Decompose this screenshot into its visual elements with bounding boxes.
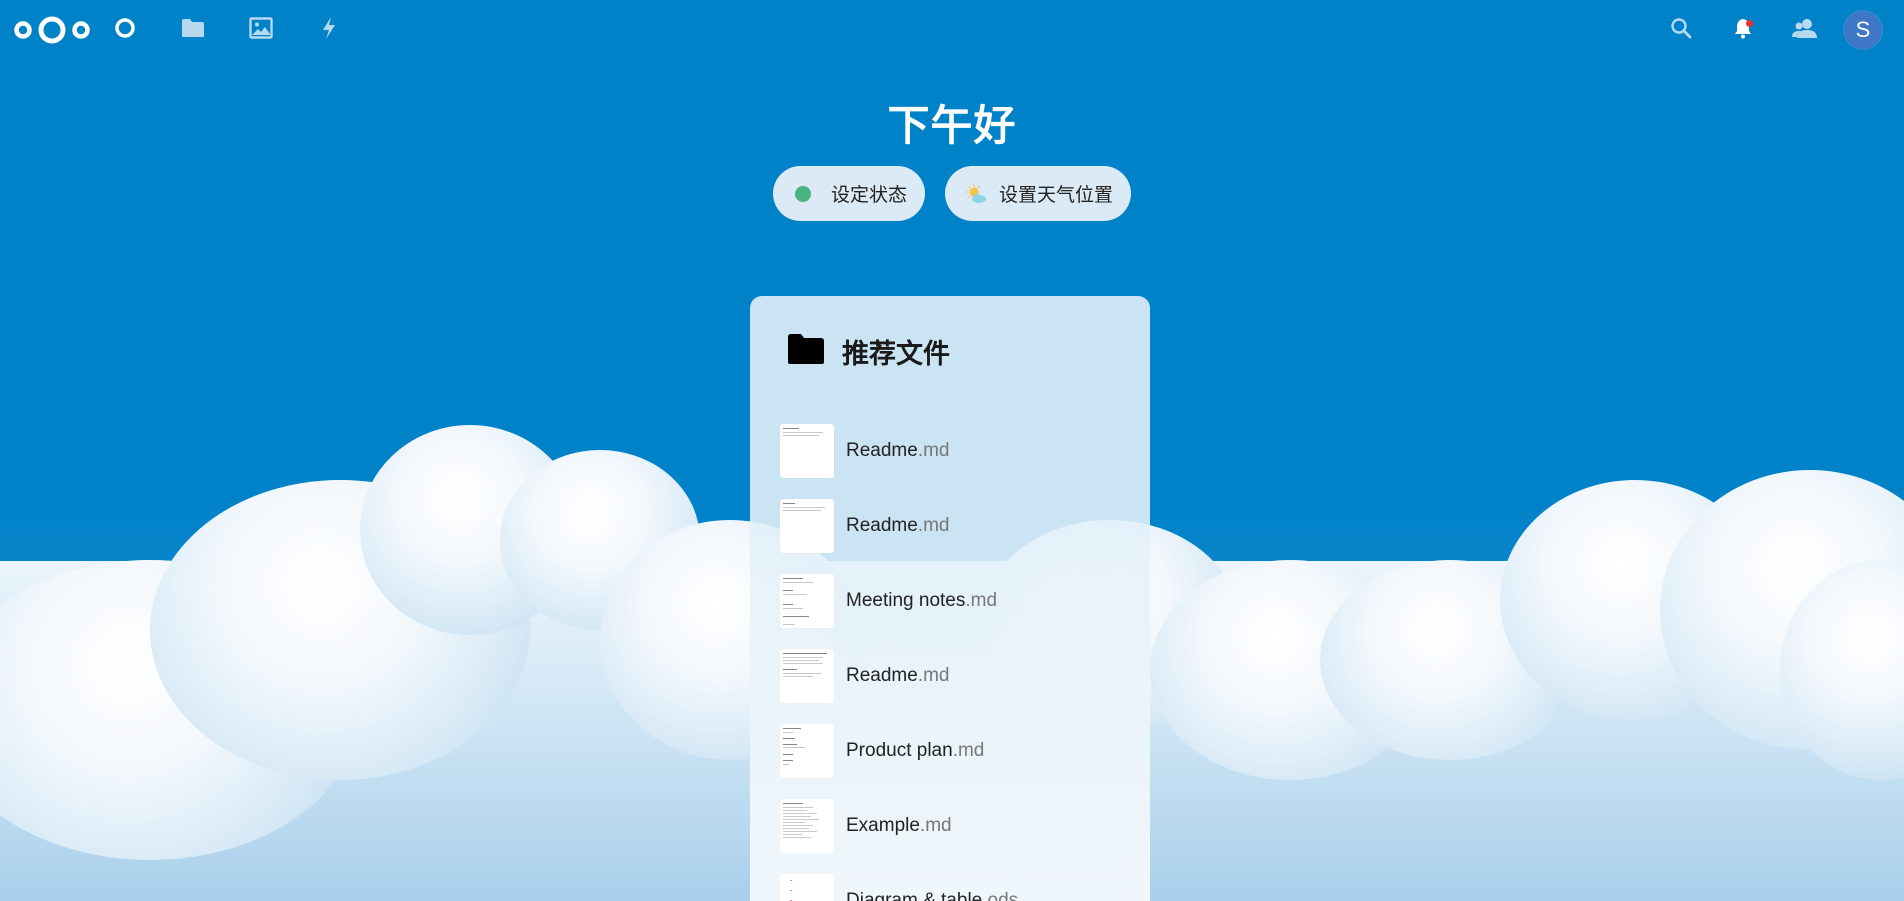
nav-photos[interactable] [227,0,295,60]
file-thumbnail [780,798,834,853]
list-item[interactable]: Readme.md [780,413,1150,488]
widget-header: 推荐文件 [750,326,1150,376]
file-name: Product plan.md [846,739,985,761]
file-thumbnail [780,648,834,703]
file-list: Readme.md Readme.md Meeting notes.md Rea… [750,413,1150,901]
file-name: Diagram & table.ods [846,889,1019,901]
status-actions: 设定状态 设置天气位置 [0,166,1904,221]
set-status-label: 设定状态 [830,185,907,206]
list-item[interactable]: Product plan.md [780,713,1150,788]
search-button[interactable] [1650,0,1712,60]
list-item[interactable]: Example.md [780,788,1150,863]
top-bar: S [0,0,1904,60]
list-item[interactable]: Diagram & table.ods [780,863,1150,901]
file-name: Readme.md [846,439,950,461]
nav-activity[interactable] [295,0,363,60]
set-status-button[interactable]: 设定状态 [772,166,925,221]
notifications-button[interactable] [1712,0,1774,60]
folder-icon [788,333,824,369]
set-weather-location-button[interactable]: 设置天气位置 [945,166,1132,221]
online-status-icon [794,185,811,202]
file-name: Readme.md [846,664,950,686]
widget-title: 推荐文件 [842,338,950,369]
list-item[interactable]: Meeting notes.md [780,563,1150,638]
recommended-files-widget: 推荐文件 Readme.md Readme.md Meeting notes.m… [750,296,1150,901]
lightning-icon [321,16,337,44]
file-thumbnail [780,723,834,778]
contacts-icon [1792,17,1818,44]
file-name: Example.md [846,814,952,836]
set-weather-location-label: 设置天气位置 [999,185,1114,206]
file-name: Readme.md [846,514,950,536]
header-actions: S [1650,0,1882,60]
folder-icon [181,18,205,43]
nav-files[interactable] [159,0,227,60]
weather-icon [965,184,987,204]
file-thumbnail [780,873,834,901]
image-icon [249,16,273,44]
search-icon [1670,17,1692,44]
nextcloud-logo-icon[interactable] [13,13,91,47]
file-thumbnail [780,423,834,478]
file-name: Meeting notes.md [846,589,998,611]
dashboard-circle-icon [114,17,136,44]
list-item[interactable]: Readme.md [780,638,1150,713]
greeting-title: 下午好 [887,102,1017,149]
file-thumbnail [780,573,834,628]
avatar[interactable]: S [1844,11,1882,49]
nav-dashboard[interactable] [91,0,159,60]
notification-badge [1746,20,1753,27]
contacts-button[interactable] [1774,0,1836,60]
file-thumbnail [780,498,834,553]
list-item[interactable]: Readme.md [780,488,1150,563]
